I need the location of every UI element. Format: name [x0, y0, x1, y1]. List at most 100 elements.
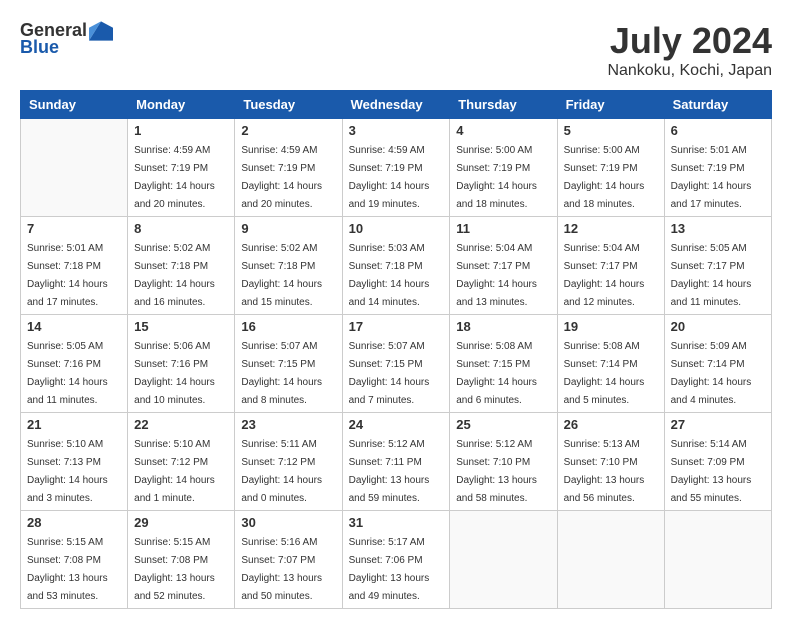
table-row: 29 Sunrise: 5:15 AMSunset: 7:08 PMDaylig… — [128, 511, 235, 609]
day-number: 9 — [241, 221, 335, 236]
table-row — [450, 511, 557, 609]
table-row: 3 Sunrise: 4:59 AMSunset: 7:19 PMDayligh… — [342, 119, 450, 217]
day-number: 10 — [349, 221, 444, 236]
day-info: Sunrise: 5:00 AMSunset: 7:19 PMDaylight:… — [456, 145, 537, 210]
day-info: Sunrise: 5:02 AMSunset: 7:18 PMDaylight:… — [241, 243, 322, 308]
table-row: 21 Sunrise: 5:10 AMSunset: 7:13 PMDaylig… — [21, 413, 128, 511]
day-number: 12 — [564, 221, 658, 236]
day-info: Sunrise: 4:59 AMSunset: 7:19 PMDaylight:… — [241, 145, 322, 210]
day-info: Sunrise: 5:12 AMSunset: 7:10 PMDaylight:… — [456, 439, 537, 504]
col-tuesday: Tuesday — [235, 91, 342, 119]
day-info: Sunrise: 5:08 AMSunset: 7:14 PMDaylight:… — [564, 341, 645, 406]
day-info: Sunrise: 5:15 AMSunset: 7:08 PMDaylight:… — [27, 537, 108, 602]
day-number: 27 — [671, 417, 765, 432]
calendar-week-5: 28 Sunrise: 5:15 AMSunset: 7:08 PMDaylig… — [21, 511, 772, 609]
col-thursday: Thursday — [450, 91, 557, 119]
calendar-week-3: 14 Sunrise: 5:05 AMSunset: 7:16 PMDaylig… — [21, 315, 772, 413]
col-friday: Friday — [557, 91, 664, 119]
day-info: Sunrise: 4:59 AMSunset: 7:19 PMDaylight:… — [134, 145, 215, 210]
day-info: Sunrise: 5:06 AMSunset: 7:16 PMDaylight:… — [134, 341, 215, 406]
day-info: Sunrise: 5:17 AMSunset: 7:06 PMDaylight:… — [349, 537, 430, 602]
day-number: 4 — [456, 123, 550, 138]
table-row: 26 Sunrise: 5:13 AMSunset: 7:10 PMDaylig… — [557, 413, 664, 511]
day-info: Sunrise: 5:14 AMSunset: 7:09 PMDaylight:… — [671, 439, 752, 504]
table-row — [557, 511, 664, 609]
day-info: Sunrise: 5:10 AMSunset: 7:12 PMDaylight:… — [134, 439, 215, 504]
logo-icon — [89, 21, 113, 41]
table-row: 5 Sunrise: 5:00 AMSunset: 7:19 PMDayligh… — [557, 119, 664, 217]
table-row: 1 Sunrise: 4:59 AMSunset: 7:19 PMDayligh… — [128, 119, 235, 217]
day-number: 5 — [564, 123, 658, 138]
day-number: 14 — [27, 319, 121, 334]
calendar: Sunday Monday Tuesday Wednesday Thursday… — [20, 90, 772, 609]
day-info: Sunrise: 5:00 AMSunset: 7:19 PMDaylight:… — [564, 145, 645, 210]
logo: General Blue — [20, 20, 113, 58]
day-info: Sunrise: 5:02 AMSunset: 7:18 PMDaylight:… — [134, 243, 215, 308]
day-number: 31 — [349, 515, 444, 530]
table-row: 25 Sunrise: 5:12 AMSunset: 7:10 PMDaylig… — [450, 413, 557, 511]
table-row: 30 Sunrise: 5:16 AMSunset: 7:07 PMDaylig… — [235, 511, 342, 609]
col-wednesday: Wednesday — [342, 91, 450, 119]
day-number: 23 — [241, 417, 335, 432]
table-row: 17 Sunrise: 5:07 AMSunset: 7:15 PMDaylig… — [342, 315, 450, 413]
day-number: 3 — [349, 123, 444, 138]
table-row: 16 Sunrise: 5:07 AMSunset: 7:15 PMDaylig… — [235, 315, 342, 413]
calendar-week-2: 7 Sunrise: 5:01 AMSunset: 7:18 PMDayligh… — [21, 217, 772, 315]
day-number: 29 — [134, 515, 228, 530]
table-row: 24 Sunrise: 5:12 AMSunset: 7:11 PMDaylig… — [342, 413, 450, 511]
day-number: 16 — [241, 319, 335, 334]
location: Nankoku, Kochi, Japan — [607, 62, 772, 80]
table-row: 6 Sunrise: 5:01 AMSunset: 7:19 PMDayligh… — [664, 119, 771, 217]
day-info: Sunrise: 5:12 AMSunset: 7:11 PMDaylight:… — [349, 439, 430, 504]
day-number: 18 — [456, 319, 550, 334]
table-row: 14 Sunrise: 5:05 AMSunset: 7:16 PMDaylig… — [21, 315, 128, 413]
day-info: Sunrise: 5:05 AMSunset: 7:17 PMDaylight:… — [671, 243, 752, 308]
day-info: Sunrise: 5:13 AMSunset: 7:10 PMDaylight:… — [564, 439, 645, 504]
table-row: 19 Sunrise: 5:08 AMSunset: 7:14 PMDaylig… — [557, 315, 664, 413]
day-number: 24 — [349, 417, 444, 432]
table-row: 2 Sunrise: 4:59 AMSunset: 7:19 PMDayligh… — [235, 119, 342, 217]
table-row: 12 Sunrise: 5:04 AMSunset: 7:17 PMDaylig… — [557, 217, 664, 315]
title-section: July 2024 Nankoku, Kochi, Japan — [607, 20, 772, 80]
day-number: 17 — [349, 319, 444, 334]
table-row: 18 Sunrise: 5:08 AMSunset: 7:15 PMDaylig… — [450, 315, 557, 413]
table-row — [664, 511, 771, 609]
day-info: Sunrise: 5:04 AMSunset: 7:17 PMDaylight:… — [456, 243, 537, 308]
day-number: 6 — [671, 123, 765, 138]
day-number: 15 — [134, 319, 228, 334]
table-row: 13 Sunrise: 5:05 AMSunset: 7:17 PMDaylig… — [664, 217, 771, 315]
logo-blue: Blue — [20, 37, 59, 58]
table-row: 8 Sunrise: 5:02 AMSunset: 7:18 PMDayligh… — [128, 217, 235, 315]
table-row: 31 Sunrise: 5:17 AMSunset: 7:06 PMDaylig… — [342, 511, 450, 609]
table-row: 20 Sunrise: 5:09 AMSunset: 7:14 PMDaylig… — [664, 315, 771, 413]
day-number: 26 — [564, 417, 658, 432]
col-sunday: Sunday — [21, 91, 128, 119]
day-number: 22 — [134, 417, 228, 432]
day-info: Sunrise: 5:11 AMSunset: 7:12 PMDaylight:… — [241, 439, 322, 504]
table-row: 15 Sunrise: 5:06 AMSunset: 7:16 PMDaylig… — [128, 315, 235, 413]
day-info: Sunrise: 5:01 AMSunset: 7:19 PMDaylight:… — [671, 145, 752, 210]
day-info: Sunrise: 5:16 AMSunset: 7:07 PMDaylight:… — [241, 537, 322, 602]
table-row: 28 Sunrise: 5:15 AMSunset: 7:08 PMDaylig… — [21, 511, 128, 609]
table-row: 4 Sunrise: 5:00 AMSunset: 7:19 PMDayligh… — [450, 119, 557, 217]
day-number: 8 — [134, 221, 228, 236]
day-number: 13 — [671, 221, 765, 236]
day-number: 25 — [456, 417, 550, 432]
day-info: Sunrise: 5:04 AMSunset: 7:17 PMDaylight:… — [564, 243, 645, 308]
day-number: 2 — [241, 123, 335, 138]
day-number: 20 — [671, 319, 765, 334]
day-info: Sunrise: 5:10 AMSunset: 7:13 PMDaylight:… — [27, 439, 108, 504]
day-number: 1 — [134, 123, 228, 138]
col-monday: Monday — [128, 91, 235, 119]
calendar-week-4: 21 Sunrise: 5:10 AMSunset: 7:13 PMDaylig… — [21, 413, 772, 511]
table-row: 23 Sunrise: 5:11 AMSunset: 7:12 PMDaylig… — [235, 413, 342, 511]
day-number: 11 — [456, 221, 550, 236]
day-info: Sunrise: 5:15 AMSunset: 7:08 PMDaylight:… — [134, 537, 215, 602]
day-info: Sunrise: 4:59 AMSunset: 7:19 PMDaylight:… — [349, 145, 430, 210]
table-row: 7 Sunrise: 5:01 AMSunset: 7:18 PMDayligh… — [21, 217, 128, 315]
day-number: 28 — [27, 515, 121, 530]
day-info: Sunrise: 5:08 AMSunset: 7:15 PMDaylight:… — [456, 341, 537, 406]
day-number: 21 — [27, 417, 121, 432]
page-header: General Blue July 2024 Nankoku, Kochi, J… — [20, 20, 772, 80]
header-row: Sunday Monday Tuesday Wednesday Thursday… — [21, 91, 772, 119]
